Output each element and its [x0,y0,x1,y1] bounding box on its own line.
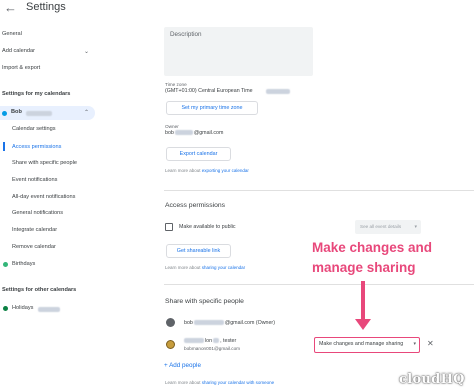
watermark-logo: cloudHQ [399,372,465,387]
sharing-learn-link[interactable]: sharing your calendar [202,265,245,270]
section-divider [164,190,474,191]
sidebar-item-remove-calendar[interactable]: Remove calendar [12,244,56,250]
other-calendars-heading: Settings for other calendars [2,287,77,293]
time-zone-value: (GMT+01:00) Central European Time [165,88,253,94]
redacted-email [193,320,224,326]
redacted-time-zone [266,89,290,94]
callout-line-1: Make changes and [312,240,433,255]
sidebar-item-general[interactable]: General [2,31,22,37]
chevron-up-icon[interactable]: ⌃ [84,109,89,116]
set-time-zone-button[interactable]: Set my primary time zone [166,101,258,115]
annotation-arrow-head [355,319,371,330]
sidebar-item-all-day-notifications[interactable]: All-day event notifications [12,194,75,200]
calendar-color-dot [2,111,7,116]
people-learn-link[interactable]: sharing your calendar with someone [202,380,274,385]
sidebar-item-birthdays[interactable]: Birthdays [12,261,35,267]
export-learn-link[interactable]: exporting your calendar [202,168,249,173]
redacted-email [174,130,193,136]
chevron-down-icon: ▾ [413,341,416,347]
make-public-label: Make available to public [179,224,236,230]
permission-select[interactable]: Make changes and manage sharing ▾ [314,337,420,353]
sidebar-item-event-notifications[interactable]: Event notifications [12,177,57,183]
make-public-checkbox[interactable] [165,223,173,231]
people-learn-more: Learn more about sharing your calendar w… [165,380,275,385]
section-divider [164,284,474,285]
arrow-back-icon[interactable]: ← [4,0,17,15]
sidebar-item-calendar-settings[interactable]: Calendar settings [12,126,56,132]
redacted-name [26,111,52,116]
description-label: Description [170,31,202,38]
annotation-arrow [361,281,365,321]
owner-avatar [166,318,175,327]
sidebar-item-import-export[interactable]: Import & export [2,65,40,71]
my-calendars-heading: Settings for my calendars [2,91,71,97]
close-icon[interactable]: ✕ [427,339,434,348]
share-with-people-heading: Share with specific people [165,298,244,305]
sidebar-item-general-notifications[interactable]: General notifications [12,210,63,216]
owner-label: Owner [165,124,179,129]
export-learn-more: Learn more about exporting your calendar [165,168,249,173]
public-access-select: See all event details ▾ [355,220,421,234]
redacted-name [213,338,220,344]
export-calendar-button[interactable]: Export calendar [166,147,231,161]
sidebar-item-access-permissions[interactable]: Access permissions [12,144,61,150]
redacted-calendar-name [38,307,60,312]
redacted-name [184,338,204,344]
sidebar-item-user-calendar[interactable]: Bob ⌃ [0,106,95,120]
owner-row: bob @gmail.com (Owner) [184,320,275,326]
sidebar-item-share-with-people[interactable]: Share with specific people [12,160,77,166]
shared-user-name: lon, tester [184,338,236,344]
user-calendar-name: Bob [11,109,22,115]
user-avatar [166,340,175,349]
access-permissions-heading: Access permissions [165,202,226,209]
sidebar-item-integrate-calendar[interactable]: Integrate calendar [12,227,57,233]
callout-line-2: manage sharing [312,260,416,275]
sidebar-item-holidays[interactable]: Holidays [12,305,33,311]
shared-user-email: bobmanon001@gmail.com [184,346,241,351]
sidebar-item-add-calendar[interactable]: Add calendar [2,48,35,54]
page-title: Settings [26,1,66,13]
sidebar: General Add calendar ⌄ Import & export S… [0,20,100,391]
owner-email: bob @gmail.com [165,130,224,136]
sharing-learn-more: Learn more about sharing your calendar [165,265,246,270]
active-indicator [3,142,5,151]
birthdays-color-dot [3,262,8,267]
add-people-button[interactable]: + Add people [164,362,201,369]
time-zone-label: Time zone [165,82,187,87]
get-shareable-link-button[interactable]: Get shareable link [166,244,231,258]
holidays-color-dot [3,306,8,311]
annotation-callout: Make changes and manage sharing [312,238,432,278]
chevron-down-icon[interactable]: ⌄ [84,48,89,55]
settings-content: Description Time zone (GMT+01:00) Centra… [162,0,474,391]
description-field[interactable]: Description [164,27,313,76]
